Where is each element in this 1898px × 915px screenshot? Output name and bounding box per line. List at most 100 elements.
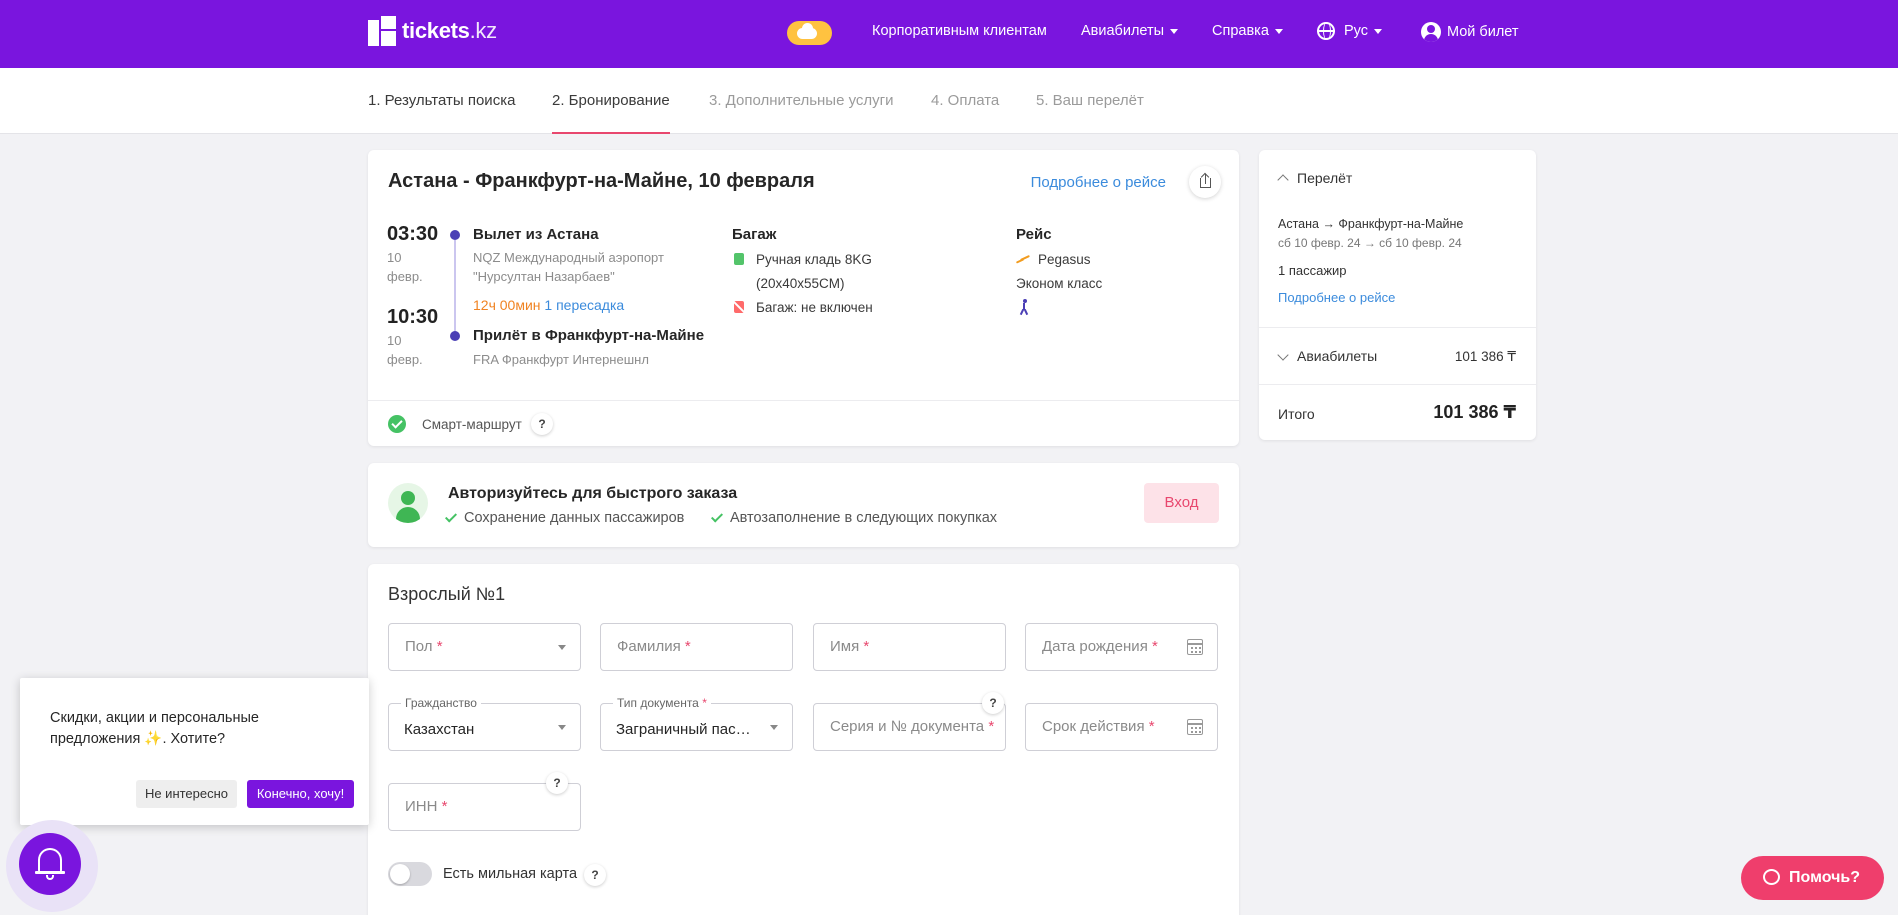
- departure-dot: [450, 230, 460, 240]
- smart-route-label: Смарт-маршрут: [422, 417, 522, 432]
- gender-select[interactable]: Пол *: [388, 623, 581, 671]
- checked-baggage-text: Багаж: не включен: [756, 300, 873, 315]
- top-navigation-bar: tickets.kz Корпоративным клиентам Авиаби…: [0, 0, 1898, 68]
- site-logo[interactable]: tickets.kz: [368, 16, 497, 46]
- perk-label: Автозаполнение в следующих покупках: [730, 510, 998, 526]
- step-payment: 4. Оплата: [931, 92, 1000, 109]
- birthdate-field[interactable]: Дата рождения *: [1025, 623, 1218, 671]
- nav-corporate-link[interactable]: Корпоративным клиентам: [872, 23, 1047, 39]
- departure-date: 10 февр.: [387, 250, 423, 284]
- flight-summary-section: Перелёт Астана → Франкфурт-на-Майне сб 1…: [1259, 150, 1536, 328]
- departure-time: 03:30: [387, 223, 439, 245]
- nav-help-label: Справка: [1212, 23, 1269, 39]
- iin-help-icon[interactable]: ?: [546, 772, 568, 794]
- my-ticket-label: Мой билет: [1447, 24, 1519, 40]
- pegasus-logo-icon: [1015, 254, 1030, 264]
- hand-luggage-text: Ручная кладь 8KG: [756, 252, 872, 267]
- carrier-title: Рейс: [1016, 226, 1052, 243]
- nav-flights-label: Авиабилеты: [1081, 23, 1165, 39]
- booking-steps: 1. Результаты поиска 2. Бронирование 3. …: [0, 68, 1898, 134]
- card-divider: [368, 400, 1239, 401]
- mile-card-toggle[interactable]: [388, 862, 432, 886]
- perk-autofill: Автозаполнение в следующих покупках: [710, 509, 998, 526]
- calendar-icon[interactable]: [1187, 719, 1203, 735]
- document-number-placeholder: Серия и № документа *: [830, 718, 995, 735]
- flight-section-label: Перелёт: [1297, 170, 1353, 186]
- language-label: Рус: [1344, 23, 1369, 39]
- sidebar-details-link[interactable]: Подробнее о рейсе: [1278, 290, 1395, 305]
- chevron-down-icon: [1277, 348, 1289, 361]
- document-help-icon[interactable]: ?: [982, 692, 1004, 714]
- promo-decline-button[interactable]: Не интересно: [136, 780, 237, 808]
- nav-help-menu[interactable]: Справка: [1212, 23, 1283, 39]
- hand-luggage-icon: [734, 253, 744, 265]
- document-type-value: Заграничный паспорт: [616, 721, 756, 738]
- timeline-line: [454, 240, 456, 334]
- cabin-class: Эконом класс: [1016, 276, 1103, 291]
- step-your-flight: 5. Ваш перелёт: [1036, 92, 1144, 109]
- avatar-icon: [388, 483, 428, 523]
- surname-field[interactable]: Фамилия *: [600, 623, 793, 671]
- duration-value: 12ч 00мин: [473, 297, 541, 313]
- passenger-title: Взрослый №1: [388, 584, 506, 604]
- flight-section-toggle[interactable]: Перелёт: [1277, 170, 1353, 186]
- baggage-title: Багаж: [732, 226, 777, 243]
- arrival-time: 10:30: [387, 306, 439, 328]
- promo-subscription-popup: Скидки, акции и персональные предложения…: [20, 678, 369, 825]
- step-booking[interactable]: 2. Бронирование: [552, 92, 670, 134]
- tickets-section[interactable]: Авиабилеты 101 386 ₸: [1259, 328, 1536, 385]
- departure-airport: NQZ Международный аэропорт "Нурсултан На…: [473, 250, 664, 284]
- globe-icon: [1317, 22, 1335, 40]
- language-selector[interactable]: Рус: [1317, 22, 1383, 40]
- document-number-field[interactable]: Серия и № документа *: [813, 703, 1006, 751]
- tickets-section-toggle[interactable]: Авиабилеты: [1277, 348, 1378, 364]
- document-type-select[interactable]: Тип документа * Заграничный паспорт: [600, 696, 793, 751]
- flight-summary-card: Астана - Франкфурт-на-Майне, 10 февраля …: [368, 150, 1239, 446]
- chevron-down-icon: [1170, 29, 1179, 34]
- stops-link[interactable]: 1 пересадка: [544, 297, 624, 313]
- nav-corporate-label: Корпоративным клиентам: [872, 23, 1047, 39]
- arrival-title: Прилёт в Франкфурт-на-Майне: [473, 327, 705, 344]
- total-section: Итого 101 386 ₸: [1259, 385, 1536, 440]
- citizenship-select[interactable]: Гражданство Казахстан: [388, 696, 581, 751]
- name-placeholder: Имя *: [830, 638, 870, 655]
- help-chat-button[interactable]: Помочь?: [1741, 856, 1884, 900]
- mile-card-help-icon[interactable]: ?: [584, 864, 606, 886]
- mile-card-label: Есть мильная карта: [443, 866, 578, 882]
- check-icon: [710, 509, 724, 523]
- promo-text: Скидки, акции и персональные предложения…: [50, 710, 259, 747]
- step-search-results[interactable]: 1. Результаты поиска: [368, 92, 515, 109]
- calendar-icon[interactable]: [1187, 639, 1203, 655]
- expiry-field[interactable]: Срок действия *: [1025, 703, 1218, 751]
- weather-icon[interactable]: [787, 21, 832, 45]
- surname-placeholder: Фамилия *: [617, 638, 691, 655]
- flight-details-link[interactable]: Подробнее о рейсе: [1031, 174, 1166, 191]
- passenger-form-card: Взрослый №1 Пол * Фамилия * Имя * Дата р…: [368, 564, 1239, 915]
- sidebar-dates: сб 10 февр. 24 → сб 10 февр. 24: [1278, 236, 1462, 250]
- nav-flights-menu[interactable]: Авиабилеты: [1081, 23, 1179, 39]
- tickets-price: 101 386 ₸: [1454, 349, 1516, 364]
- perk-save-passengers: Сохранение данных пассажиров: [444, 509, 684, 526]
- document-type-label: Тип документа *: [613, 696, 711, 710]
- chevron-down-icon: [558, 725, 566, 730]
- logo-icon: [368, 16, 396, 46]
- share-button[interactable]: [1189, 166, 1221, 198]
- iin-placeholder: ИНН *: [405, 798, 448, 815]
- no-baggage-icon: [734, 301, 744, 313]
- hand-luggage-size: (20x40x55CM): [756, 276, 845, 291]
- smart-route-help-icon[interactable]: ?: [531, 413, 553, 435]
- promo-accept-button[interactable]: Конечно, хочу!: [247, 780, 354, 808]
- check-icon: [444, 509, 458, 523]
- sidebar-route: Астана → Франкфурт-на-Майне: [1278, 217, 1464, 231]
- my-ticket-link[interactable]: Мой билет: [1421, 22, 1519, 42]
- citizenship-value: Казахстан: [404, 721, 475, 738]
- tickets-label: Авиабилеты: [1297, 348, 1378, 364]
- quick-login-card: Авторизуйтесь для быстрого заказа Сохран…: [368, 463, 1239, 547]
- gender-placeholder: Пол *: [405, 638, 443, 655]
- expiry-placeholder: Срок действия *: [1042, 718, 1155, 735]
- citizenship-label: Гражданство: [401, 696, 481, 710]
- notification-button[interactable]: [19, 833, 81, 895]
- name-field[interactable]: Имя *: [813, 623, 1006, 671]
- departure-title: Вылет из Астана: [473, 226, 599, 243]
- login-button[interactable]: Вход: [1144, 483, 1219, 523]
